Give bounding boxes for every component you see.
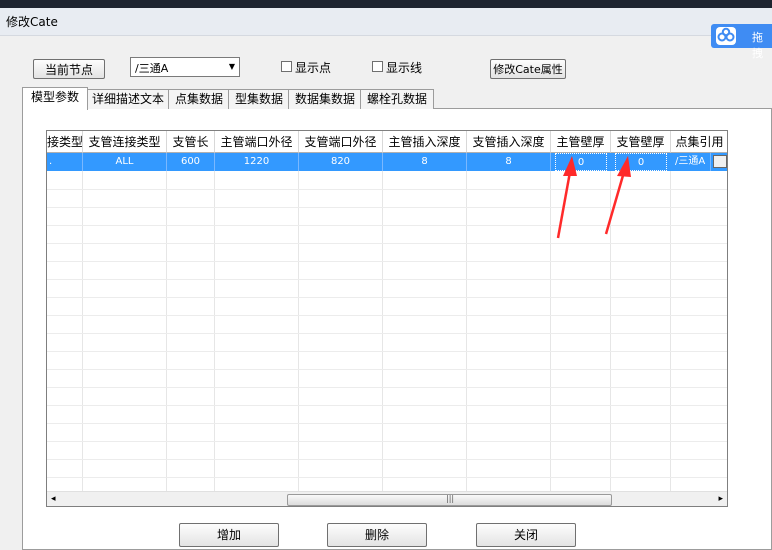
col-header[interactable]: 支管端口外径	[299, 131, 383, 153]
tab-model-params[interactable]: 模型参数	[22, 87, 88, 110]
grid-line	[47, 351, 727, 352]
tab-shape-set[interactable]: 型集数据	[228, 89, 290, 109]
annotation-arrows	[556, 156, 631, 239]
grid-line	[47, 459, 727, 460]
chevron-right-icon[interactable]: ▸	[718, 494, 723, 504]
window-title: 修改Cate	[6, 15, 58, 29]
top-strip	[0, 0, 772, 8]
table-cell[interactable]: 1220	[215, 153, 299, 171]
red-arrow-head-1	[563, 156, 577, 176]
grid-line	[82, 171, 83, 491]
cloud-link-icon	[716, 27, 736, 45]
grid-line	[47, 441, 727, 442]
float-tool-label: 拖拽	[752, 31, 763, 60]
title-bar	[0, 8, 772, 36]
col-header[interactable]: 点集引用	[671, 131, 727, 153]
col-header[interactable]: 接类型	[47, 131, 83, 153]
grip-icon: |||	[446, 494, 455, 503]
col-header[interactable]: 支管连接类型	[83, 131, 167, 153]
table-cell[interactable]: /三通A	[671, 153, 711, 171]
grid-line	[466, 171, 467, 491]
chevron-left-icon[interactable]: ◂	[51, 494, 56, 504]
table-cell[interactable]: 8	[467, 153, 551, 171]
grid-line	[47, 369, 727, 370]
col-header[interactable]: 支管长	[167, 131, 215, 153]
tab-bolt-holes[interactable]: 螺栓孔数据	[360, 89, 434, 109]
tab-detail-text[interactable]: 详细描述文本	[86, 89, 170, 109]
node-combo[interactable]: /三通A ▼	[130, 57, 240, 77]
node-combo-value: /三通A	[135, 62, 169, 75]
current-node-button[interactable]: 当前节点	[33, 59, 105, 79]
ellipsis-icon[interactable]	[713, 155, 727, 168]
col-header[interactable]: 主管端口外径	[215, 131, 299, 153]
grid-line	[47, 333, 727, 334]
show-lines-checkbox[interactable]	[372, 61, 383, 72]
col-header[interactable]: 支管插入深度	[467, 131, 551, 153]
delete-button[interactable]: 删除	[327, 523, 427, 547]
table-cell[interactable]: 820	[299, 153, 383, 171]
tab-point-set[interactable]: 点集数据	[168, 89, 230, 109]
add-button[interactable]: 增加	[179, 523, 279, 547]
show-points-label: 显示点	[295, 61, 332, 75]
chevron-down-icon[interactable]: ▼	[229, 62, 235, 71]
grid-line	[214, 171, 215, 491]
red-arrow-head-2	[617, 156, 631, 177]
close-button[interactable]: 关闭	[476, 523, 576, 547]
col-header[interactable]: 主管插入深度	[383, 131, 467, 153]
grid-line	[47, 297, 727, 298]
grid-line	[47, 261, 727, 262]
show-lines-label: 显示线	[386, 61, 423, 75]
red-arrow-2	[604, 171, 626, 235]
table-cell[interactable]: 600	[167, 153, 215, 171]
tab-dataset[interactable]: 数据集数据	[288, 89, 362, 109]
red-arrow-1	[556, 171, 572, 239]
grid-line	[47, 423, 727, 424]
grid-line	[382, 171, 383, 491]
horizontal-scrollbar[interactable]: ◂ ||| ▸	[47, 491, 727, 506]
grid-line	[298, 171, 299, 491]
modify-cate-props-button[interactable]: 修改Cate属性	[490, 59, 566, 79]
grid-line	[670, 171, 671, 491]
scrollbar-thumb[interactable]: |||	[287, 494, 612, 506]
grid-line	[47, 405, 727, 406]
grid-line	[47, 477, 727, 478]
grid-line	[47, 315, 727, 316]
table-cell[interactable]: .	[47, 153, 83, 171]
show-points-checkbox[interactable]	[281, 61, 292, 72]
grid-line	[166, 171, 167, 491]
grid-line	[47, 387, 727, 388]
table-cell[interactable]: ALL	[83, 153, 167, 171]
table-cell[interactable]: 8	[383, 153, 467, 171]
grid-line	[47, 279, 727, 280]
